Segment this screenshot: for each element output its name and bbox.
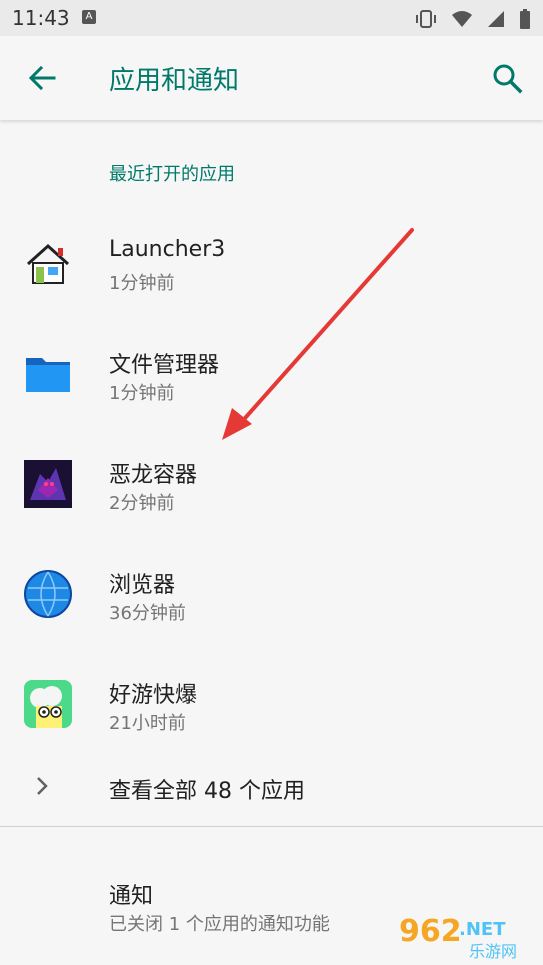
app-last-used: 21小时前: [109, 713, 186, 734]
status-time: 11:43: [12, 6, 70, 30]
app-name: 浏览器: [109, 573, 176, 598]
app-bar: 应用和通知: [0, 36, 543, 120]
watermark-logo: 962 .NET 乐游网: [399, 914, 517, 961]
folder-icon: [26, 358, 70, 392]
status-icons: [415, 9, 531, 29]
app-row-file-manager[interactable]: 文件管理器 1分钟前: [0, 318, 543, 428]
see-all-apps-button[interactable]: 查看全部 48 个应用: [0, 750, 543, 822]
search-icon[interactable]: [491, 62, 523, 94]
notifications-summary: 已关闭 1 个应用的通知功能: [109, 914, 330, 935]
app-name: 文件管理器: [109, 353, 220, 378]
watermark-site: 乐游网: [469, 942, 517, 961]
recent-apps-header: 最近打开的应用: [109, 164, 235, 185]
mascot-icon: [24, 680, 72, 728]
status-bar: 11:43 A: [0, 0, 543, 36]
app-name: Launcher3: [109, 237, 226, 262]
app-row-launcher3[interactable]: Launcher3 1分钟前: [0, 208, 543, 318]
dragon-icon: [24, 460, 72, 508]
app-last-used: 1分钟前: [109, 383, 175, 404]
app-row-haoyou-kuaibao[interactable]: 好游快爆 21小时前: [0, 648, 543, 758]
app-last-used: 1分钟前: [109, 273, 175, 294]
app-last-used: 2分钟前: [109, 493, 175, 514]
notification-a-icon: A: [82, 10, 96, 24]
app-name: 好游快爆: [109, 683, 198, 708]
vibrate-icon: [416, 10, 436, 28]
app-row-browser[interactable]: 浏览器 36分钟前: [0, 538, 543, 648]
wifi-icon: [452, 11, 472, 27]
battery-icon: [520, 9, 530, 29]
page-title: 应用和通知: [109, 66, 240, 96]
watermark-brand: 962: [399, 914, 462, 949]
house-icon: [26, 243, 70, 284]
signal-icon: [488, 11, 504, 27]
chevron-right-icon: [37, 777, 48, 795]
divider: [0, 826, 543, 827]
see-all-apps-label: 查看全部 48 个应用: [109, 779, 305, 804]
app-last-used: 36分钟前: [109, 603, 186, 624]
notifications-title: 通知: [109, 884, 154, 909]
globe-icon: [24, 570, 72, 618]
watermark-suffix: .NET: [459, 919, 506, 940]
app-name: 恶龙容器: [109, 463, 198, 488]
app-row-dragon-container[interactable]: 恶龙容器 2分钟前: [0, 428, 543, 538]
arrow-back-icon[interactable]: [26, 62, 58, 94]
